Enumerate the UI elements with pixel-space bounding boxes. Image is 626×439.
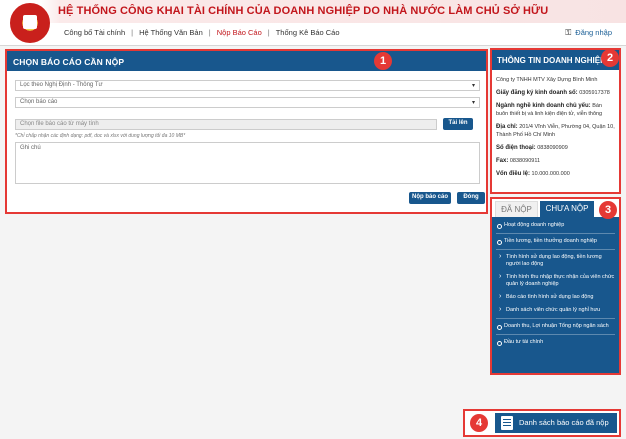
list-item[interactable]: Tình hình thu nhập thực nhận của viên ch… (492, 271, 619, 291)
pending-report-list: Hoạt động doanh nghiệp Tiền lương, tiền … (492, 219, 619, 349)
nav-item-cong-bo[interactable]: Công bố Tài chính (64, 28, 125, 37)
note-textarea[interactable]: Ghi chú (15, 142, 480, 184)
site-logo[interactable] (10, 3, 50, 43)
form-title: CHỌN BÁO CÁO CẦN NỘP (7, 51, 486, 71)
company-name: Công ty TNHH MTV Xây Dựng Bình Minh (496, 77, 598, 83)
nav-item-van-ban[interactable]: Hệ Thống Văn Bản (139, 28, 203, 37)
capital-row: Vốn điều lệ: 10.000.000.000 (496, 171, 570, 177)
company-info-title: THÔNG TIN DOANH NGHIỆP (492, 50, 619, 70)
submitted-list-box: 4 Danh sách báo cáo đã nộp (463, 409, 621, 437)
phone-row: Số điện thoại: 0838090909 (496, 145, 568, 151)
callout-badge-4: 4 (470, 414, 488, 432)
report-form-panel: CHỌN BÁO CÁO CẦN NỘP Lọc theo Nghị Định … (5, 49, 488, 214)
address-row: Địa chỉ: 201/4 Vĩnh Viễn, Phường 04, Quậ… (496, 124, 615, 138)
site-title: HỆ THỐNG CÔNG KHAI TÀI CHÍNH CỦA DOANH N… (58, 5, 549, 17)
list-item[interactable]: Doanh thu, Lợi nhuận Tổng nộp ngân sách (492, 320, 619, 333)
submitted-reports-button[interactable]: Danh sách báo cáo đã nộp (495, 413, 617, 433)
key-icon: ⚿ (565, 28, 572, 37)
chevron-down-icon: ▾ (471, 83, 475, 89)
report-select[interactable]: Chọn báo cáo ▾ (15, 97, 480, 108)
list-item[interactable]: Hoạt động doanh nghiệp (492, 219, 619, 232)
list-item[interactable]: Báo cáo tình hình sử dụng lao động (492, 291, 619, 304)
callout-badge-3: 3 (599, 201, 617, 219)
list-item[interactable]: Đầu tư tài chính (492, 336, 619, 349)
submit-report-button[interactable]: Nộp báo cáo (409, 192, 451, 204)
list-item[interactable]: Tình hình sử dụng lao động, tiền lương n… (492, 251, 619, 271)
license-row: Giấy đăng ký kinh doanh số: 0305917378 (496, 90, 610, 96)
top-nav: Công bố Tài chính | Hệ Thống Văn Bản | Nộp B… (64, 28, 340, 37)
list-item[interactable]: Tiền lương, tiền thưởng doanh nghiệp (492, 235, 619, 248)
list-item[interactable]: Danh sách viên chức quản lý nghỉ hưu (492, 304, 619, 317)
checklist-icon (501, 416, 513, 430)
company-info-panel: THÔNG TIN DOANH NGHIỆP Công ty TNHH MTV … (490, 48, 621, 194)
close-button[interactable]: Đóng (457, 192, 485, 204)
filter-select[interactable]: Lọc theo Nghị Định - Thông Tư ▾ (15, 80, 480, 91)
file-hint: *Chỉ chấp nhận các định dạng: pdf, doc v… (15, 133, 186, 139)
site-header: HỆ THỐNG CÔNG KHAI TÀI CHÍNH CỦA DOANH N… (0, 0, 626, 46)
tab-submitted[interactable]: ĐÃ NỘP (495, 201, 538, 217)
report-status-panel: ĐÃ NỘP CHƯA NỘP Hoạt động doanh nghiệp T… (490, 197, 621, 375)
callout-badge-1: 1 (374, 52, 392, 70)
upload-button[interactable]: Tải lên (443, 118, 473, 130)
tab-pending[interactable]: CHƯA NỘP (540, 201, 594, 217)
file-input[interactable]: Chọn file báo cáo từ máy tính (15, 119, 437, 130)
nav-item-thong-ke[interactable]: Thống Kê Báo Cáo (276, 28, 340, 37)
login-link[interactable]: ⚿ Đăng nhập (565, 28, 612, 37)
nav-item-nop-bao-cao[interactable]: Nộp Báo Cáo (217, 28, 262, 37)
chevron-down-icon: ▾ (471, 100, 475, 106)
business-row: Ngành nghề kinh doanh chủ yếu: Bán buôn … (496, 103, 603, 117)
callout-badge-2: 2 (601, 49, 619, 67)
fax-row: Fax: 0838090911 (496, 158, 541, 164)
